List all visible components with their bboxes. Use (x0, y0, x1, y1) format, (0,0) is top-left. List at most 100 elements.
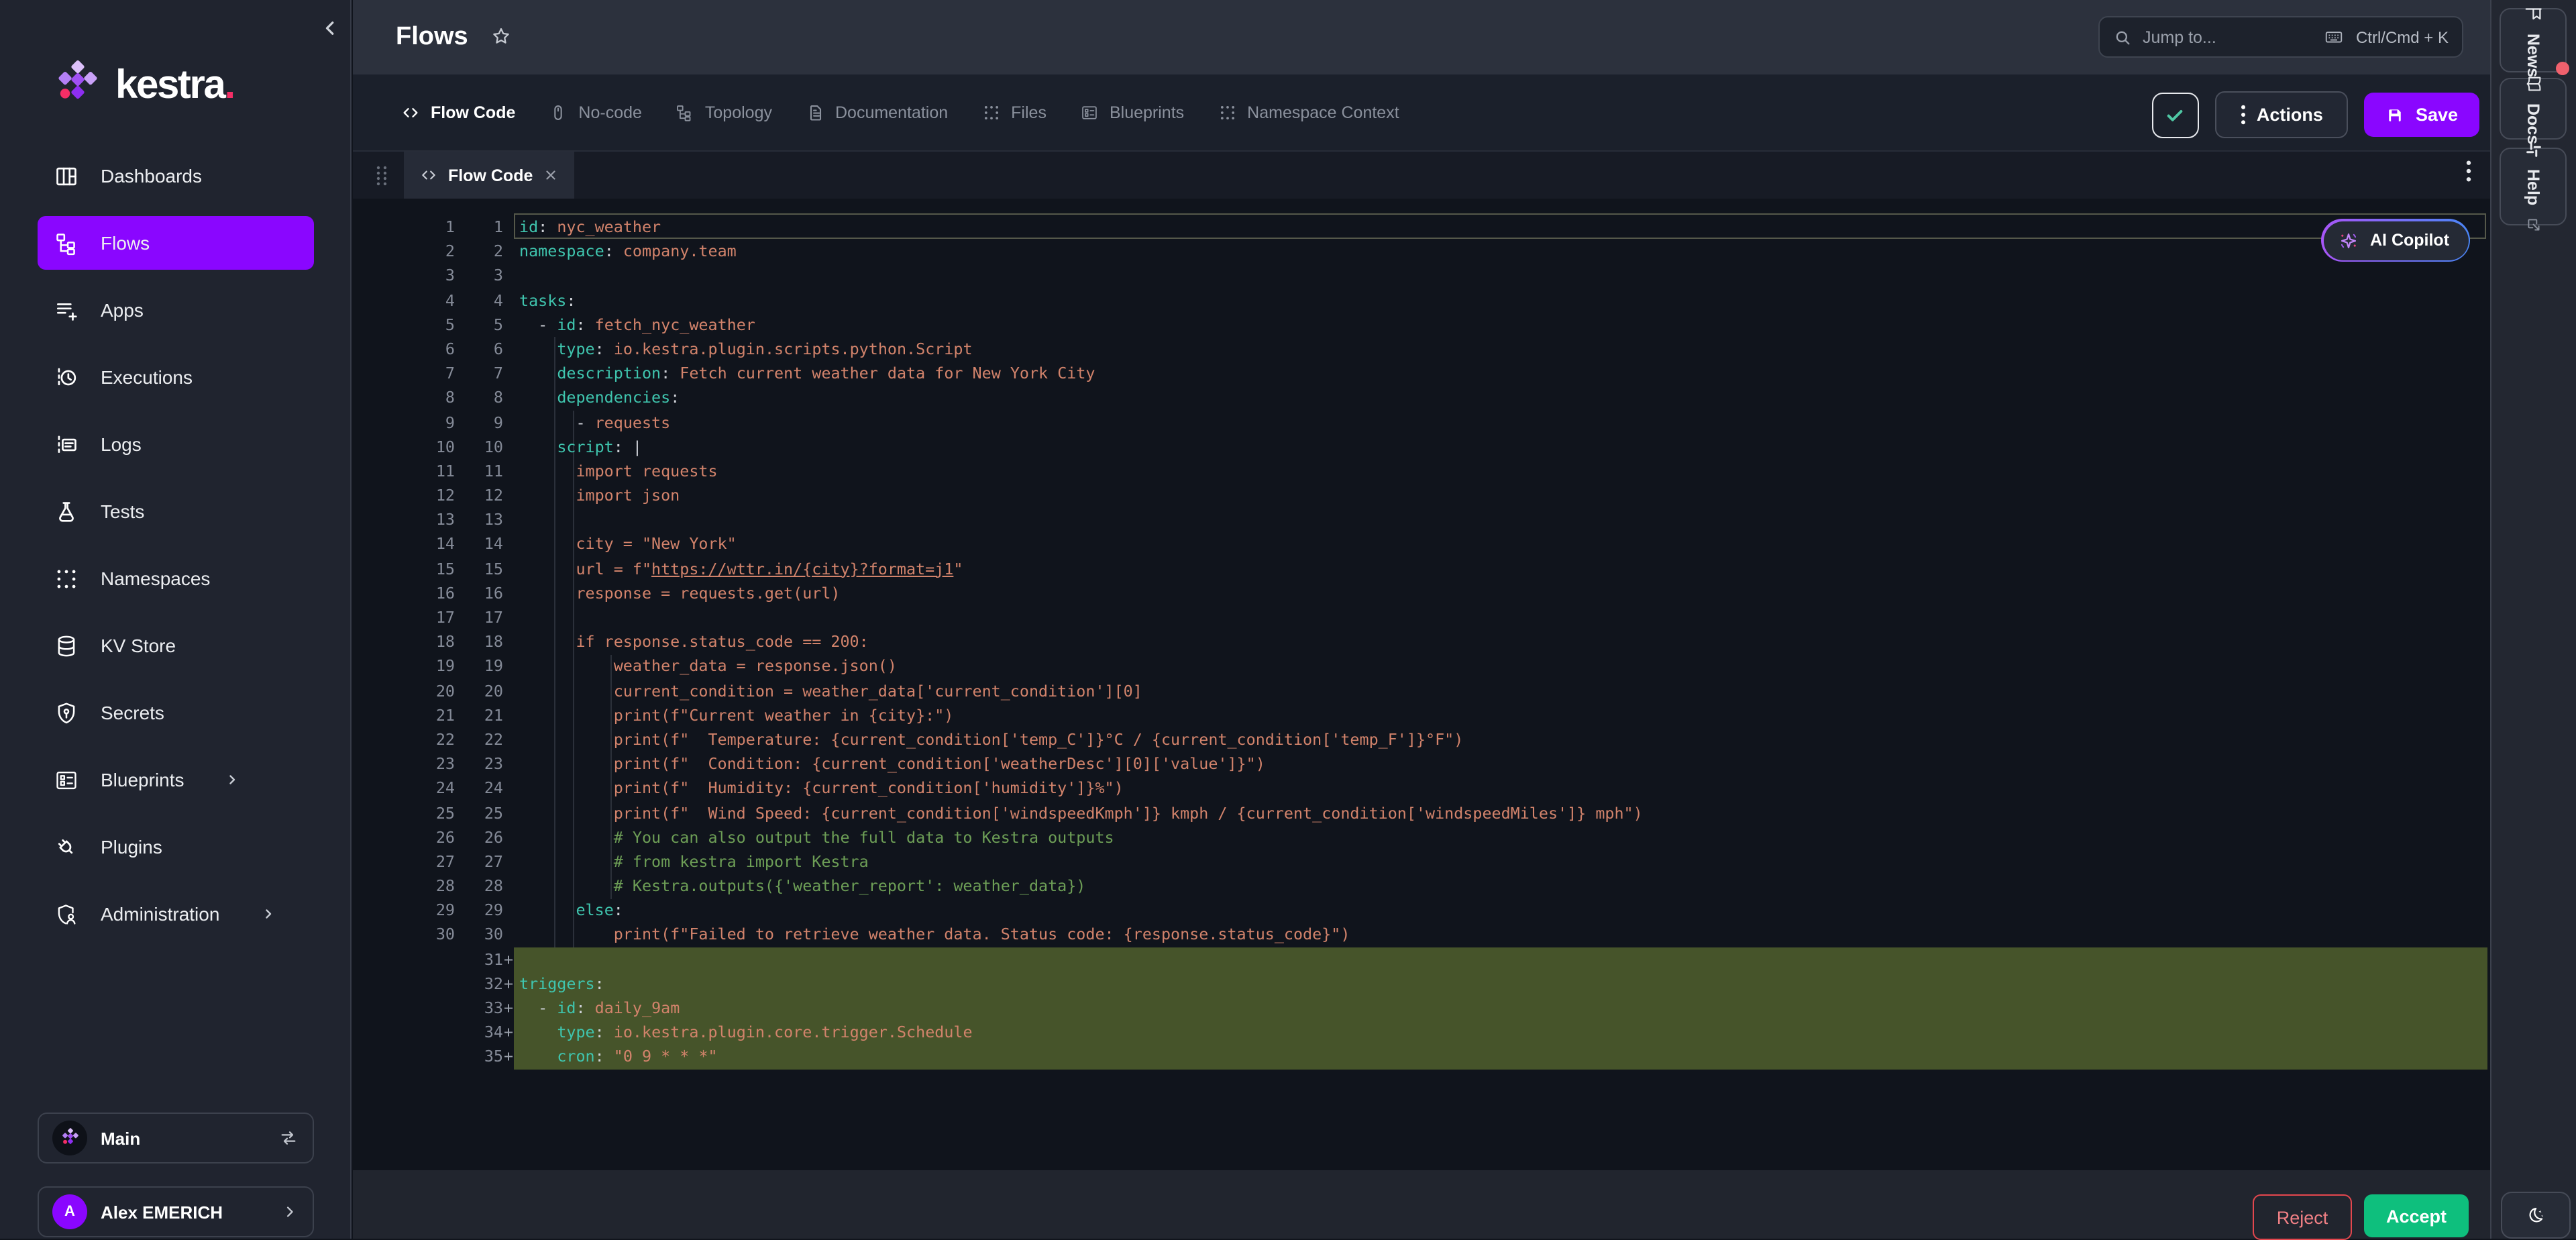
flow-enabled-checkbox[interactable] (2152, 92, 2199, 138)
line-number-modified: 7 (455, 361, 503, 385)
code-line-13[interactable]: 1313 (353, 508, 2490, 532)
sidebar-item-apps[interactable]: Apps (38, 283, 314, 337)
editor-menu-icon[interactable] (2466, 160, 2471, 183)
code-line-1[interactable]: 11id: nyc_weather (353, 215, 2490, 239)
code-editor[interactable]: 11id: nyc_weather22namespace: company.te… (353, 199, 2490, 1170)
tab-blueprints[interactable]: Blueprints (1080, 103, 1184, 122)
search-input[interactable]: Jump to... Ctrl/Cmd + K (2098, 16, 2463, 58)
rail-tab-news[interactable]: News (2500, 8, 2567, 72)
sidebar-item-flows[interactable]: Flows (38, 216, 314, 270)
tab-namespace-context[interactable]: Namespace Context (1218, 103, 1399, 122)
code-line-12[interactable]: 1212 import json (353, 483, 2490, 507)
code-line-3[interactable]: 33 (353, 264, 2490, 288)
code-line-28[interactable]: 2828 # Kestra.outputs({'weather_report':… (353, 874, 2490, 898)
code-line-9[interactable]: 99 - requests (353, 410, 2490, 434)
sidebar-item-administration[interactable]: Administration (38, 887, 314, 941)
line-number-modified: 34 (455, 1020, 503, 1044)
code-line-21[interactable]: 2121 print(f"Current weather in {city}:"… (353, 703, 2490, 727)
line-number-original: 4 (353, 288, 455, 312)
tenant-switch-icon[interactable] (278, 1127, 299, 1149)
sidebar-item-plugins[interactable]: Plugins (38, 820, 314, 874)
ai-copilot-button[interactable]: AI Copilot (2321, 219, 2470, 262)
code-line-6[interactable]: 66 type: io.kestra.plugin.scripts.python… (353, 337, 2490, 361)
favorite-star-icon[interactable] (490, 25, 513, 48)
code-line-30[interactable]: 3030 print(f"Failed to retrieve weather … (353, 923, 2490, 947)
code-line-23[interactable]: 2323 print(f" Condition: {current_condit… (353, 752, 2490, 776)
save-button[interactable]: Save (2365, 93, 2479, 137)
tab-flow-code[interactable]: Flow Code (401, 103, 515, 122)
code-line-16[interactable]: 1616 response = requests.get(url) (353, 581, 2490, 605)
diff-added-marker (503, 874, 514, 898)
sidebar-item-secrets[interactable]: Secrets (38, 686, 314, 739)
sidebar-item-namespaces[interactable]: Namespaces (38, 552, 314, 605)
tab-documentation[interactable]: Documentation (806, 103, 948, 122)
sidebar-collapse-icon[interactable] (318, 16, 342, 40)
drag-handle-icon[interactable] (376, 164, 388, 186)
code-line-25[interactable]: 2525 print(f" Wind Speed: {current_condi… (353, 800, 2490, 825)
code-line-14[interactable]: 1414 city = "New York" (353, 532, 2490, 556)
code-line-29[interactable]: 2929 else: (353, 898, 2490, 923)
code-line-4[interactable]: 44tasks: (353, 288, 2490, 312)
code-line-32[interactable]: 32+triggers: (353, 972, 2490, 996)
code-line-19[interactable]: 1919 weather_data = response.json() (353, 654, 2490, 678)
code-line-18[interactable]: 1818 if response.status_code == 200: (353, 629, 2490, 654)
line-number-original (353, 1045, 455, 1069)
actions-button[interactable]: Actions (2215, 91, 2349, 138)
code-line-8[interactable]: 88 dependencies: (353, 386, 2490, 410)
diff-added-marker (503, 532, 514, 556)
code-line-10[interactable]: 1010 script: | (353, 434, 2490, 458)
diff-added-marker (503, 825, 514, 849)
code-line-15[interactable]: 1515 url = f"https://wttr.in/{city}?form… (353, 556, 2490, 580)
sidebar-item-kv-store[interactable]: KV Store (38, 619, 314, 672)
rail-tab-docs[interactable]: Docs (2500, 78, 2567, 140)
code-line-33[interactable]: 33+ - id: daily_9am (353, 996, 2490, 1020)
tenant-selector[interactable]: Main (38, 1113, 314, 1164)
editor-tab-label: Flow Code (448, 166, 533, 185)
slack-icon (2523, 140, 2543, 160)
sidebar-item-blueprints[interactable]: Blueprints (38, 753, 314, 807)
line-number-modified: 18 (455, 629, 503, 654)
close-icon[interactable] (543, 168, 558, 183)
code-line-5[interactable]: 55 - id: fetch_nyc_weather (353, 313, 2490, 337)
sidebar-item-label: Tests (101, 501, 144, 522)
line-number-modified: 10 (455, 434, 503, 458)
code-line-2[interactable]: 22namespace: company.team (353, 239, 2490, 263)
actions-label: Actions (2257, 105, 2323, 125)
code-icon (420, 166, 437, 184)
tab-topology[interactable]: Topology (676, 103, 772, 122)
code-line-11[interactable]: 1111 import requests (353, 459, 2490, 483)
flag-icon (2523, 3, 2543, 23)
code-line-26[interactable]: 2626 # You can also output the full data… (353, 825, 2490, 849)
sidebar-item-dashboards[interactable]: Dashboards (38, 149, 314, 203)
code-line-7[interactable]: 77 description: Fetch current weather da… (353, 361, 2490, 385)
sidebar-item-tests[interactable]: Tests (38, 484, 314, 538)
editor-tab-flow-code[interactable]: Flow Code (404, 152, 574, 199)
tab-files[interactable]: Files (981, 103, 1046, 122)
code-line-31[interactable]: 31+ (353, 947, 2490, 971)
line-number-modified: 1 (455, 215, 503, 239)
theme-toggle-button[interactable] (2501, 1192, 2571, 1239)
code-line-20[interactable]: 2020 current_condition = weather_data['c… (353, 678, 2490, 703)
diff-added-marker (503, 923, 514, 947)
code-line-24[interactable]: 2424 print(f" Humidity: {current_conditi… (353, 776, 2490, 800)
code-text: tasks: (514, 288, 2490, 312)
code-line-22[interactable]: 2222 print(f" Temperature: {current_cond… (353, 727, 2490, 752)
code-line-34[interactable]: 34+ type: io.kestra.plugin.core.trigger.… (353, 1020, 2490, 1044)
diff-added-marker (503, 776, 514, 800)
sidebar-item-logs[interactable]: Logs (38, 417, 314, 471)
user-menu[interactable]: A Alex EMERICH (38, 1186, 314, 1237)
code-line-27[interactable]: 2727 # from kestra import Kestra (353, 849, 2490, 874)
sidebar-item-executions[interactable]: Executions (38, 350, 314, 404)
code-line-17[interactable]: 1717 (353, 605, 2490, 629)
code-text: triggers: (514, 972, 2487, 996)
page-title: Flows (396, 22, 468, 52)
accept-button[interactable]: Accept (2364, 1194, 2469, 1237)
code-text: type: io.kestra.plugin.scripts.python.Sc… (514, 337, 2490, 361)
tab-no-code[interactable]: No-code (549, 103, 642, 122)
code-line-35[interactable]: 35+ cron: "0 9 * * *" (353, 1045, 2490, 1069)
keyboard-icon (2322, 27, 2345, 47)
line-number-modified: 33 (455, 996, 503, 1020)
rail-tab-help[interactable]: Help (2500, 148, 2567, 225)
tenant-logo-icon (52, 1121, 87, 1155)
reject-button[interactable]: Reject (2253, 1194, 2352, 1240)
